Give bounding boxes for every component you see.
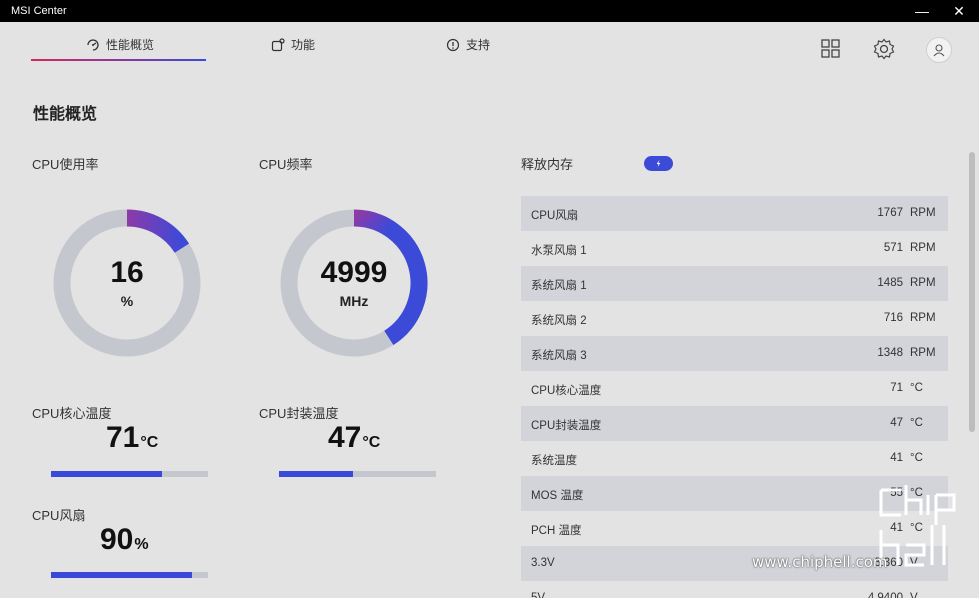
cpu-freq-value: 4999 bbox=[320, 256, 388, 289]
core-temp-bar bbox=[51, 471, 208, 477]
sensor-value: 47 bbox=[890, 417, 903, 429]
gauge-icon bbox=[87, 38, 99, 51]
watermark-url: www.chiphell.com bbox=[752, 553, 888, 571]
cpu-fan-reading: 90% bbox=[100, 523, 149, 557]
sensor-name: MOS 温度 bbox=[531, 490, 584, 502]
sensor-name: 系统风扇 3 bbox=[531, 350, 587, 362]
gear-icon[interactable] bbox=[872, 37, 896, 61]
user-icon bbox=[933, 44, 945, 57]
sensor-unit: °C bbox=[910, 452, 923, 464]
sensor-unit: V bbox=[910, 592, 918, 598]
core-temp-reading: 71°C bbox=[106, 421, 158, 455]
sensor-name: CPU核心温度 bbox=[531, 385, 602, 397]
cpu-fan-value: 90 bbox=[100, 523, 134, 556]
pkg-temp-value: 47 bbox=[328, 421, 362, 454]
core-temp-bar-fill bbox=[51, 471, 163, 477]
scrollbar-thumb[interactable] bbox=[969, 152, 975, 432]
tab-features[interactable]: 功能 bbox=[271, 36, 315, 53]
cpu-usage-unit: % bbox=[120, 293, 134, 309]
pkg-temp-label: CPU封装温度 bbox=[259, 406, 339, 421]
sensor-value: 1767 bbox=[877, 207, 903, 219]
pkg-temp-reading: 47°C bbox=[328, 421, 380, 455]
release-memory-label: 释放内存 bbox=[521, 157, 574, 172]
core-temp-value: 71 bbox=[106, 421, 140, 454]
gauge-arc bbox=[126, 209, 190, 254]
sensor-value: 571 bbox=[883, 242, 903, 254]
info-icon bbox=[446, 38, 460, 51]
core-temp-label: CPU核心温度 bbox=[32, 406, 112, 421]
tab-support[interactable]: 支持 bbox=[446, 36, 490, 53]
tab-performance-label: 性能概览 bbox=[106, 38, 155, 52]
cpu-freq-gauge: 4999 MHz bbox=[279, 208, 429, 358]
tab-features-label: 功能 bbox=[291, 38, 316, 52]
pkg-temp-bar-fill bbox=[279, 471, 353, 477]
sensor-row: 系统风扇 3 1348 RPM bbox=[521, 336, 948, 371]
cpu-usage-value: 16 bbox=[110, 256, 144, 289]
sensor-row: CPU核心温度 71 °C bbox=[521, 371, 948, 406]
pkg-temp-unit: °C bbox=[362, 434, 381, 451]
sensor-value: 41 bbox=[890, 452, 903, 464]
sensor-value: 4.9400 bbox=[867, 592, 903, 598]
sensor-unit: RPM bbox=[910, 207, 936, 219]
avatar[interactable] bbox=[926, 37, 952, 63]
sensor-name: 系统温度 bbox=[531, 455, 577, 467]
sensor-name: CPU风扇 bbox=[531, 210, 579, 222]
sensor-row: 系统温度 41 °C bbox=[521, 441, 948, 476]
chiphell-logo-icon bbox=[879, 485, 956, 567]
sensor-unit: RPM bbox=[910, 347, 936, 359]
sensor-name: 系统风扇 1 bbox=[531, 280, 587, 292]
apps-grid-icon[interactable] bbox=[819, 37, 843, 61]
cpu-usage-gauge: 16 % bbox=[52, 208, 202, 358]
cpu-freq-unit: MHz bbox=[339, 293, 369, 309]
sensor-value: 1485 bbox=[877, 277, 903, 289]
tab-support-label: 支持 bbox=[466, 38, 491, 52]
sensor-value: 1348 bbox=[877, 347, 903, 359]
release-memory-button[interactable] bbox=[644, 156, 673, 171]
cpu-freq-label: CPU频率 bbox=[259, 157, 313, 172]
sensor-row: 水泵风扇 1 571 RPM bbox=[521, 231, 948, 266]
sensor-name: PCH 温度 bbox=[531, 525, 582, 537]
tab-performance[interactable]: 性能概览 bbox=[86, 36, 154, 53]
core-temp-unit: °C bbox=[140, 434, 159, 451]
feature-icon bbox=[271, 37, 285, 51]
sensor-row: CPU风扇 1767 RPM bbox=[521, 196, 948, 231]
sensor-name: 3.3V bbox=[531, 557, 555, 569]
active-tab-indicator bbox=[31, 59, 206, 61]
sensor-row: 系统风扇 2 716 RPM bbox=[521, 301, 948, 336]
sensor-name: 5V bbox=[531, 592, 546, 598]
sensor-unit: °C bbox=[910, 382, 923, 394]
sensor-unit: RPM bbox=[910, 242, 936, 254]
sensor-unit: °C bbox=[910, 417, 923, 429]
sensor-name: 水泵风扇 1 bbox=[531, 245, 587, 257]
cpu-fan-bar bbox=[51, 572, 208, 578]
sensor-name: 系统风扇 2 bbox=[531, 315, 587, 327]
close-button[interactable]: ✕ bbox=[942, 0, 976, 22]
rocket-icon bbox=[656, 159, 661, 168]
sensor-unit: RPM bbox=[910, 277, 936, 289]
cpu-fan-unit: % bbox=[134, 536, 149, 553]
cpu-fan-bar-fill bbox=[51, 572, 193, 578]
sensor-name: CPU封装温度 bbox=[531, 420, 602, 432]
sensor-row: CPU封装温度 47 °C bbox=[521, 406, 948, 441]
minimize-button[interactable]: — bbox=[905, 0, 939, 22]
window-title: MSI Center bbox=[11, 5, 67, 17]
pkg-temp-bar bbox=[279, 471, 436, 477]
title-bar: MSI Center — ✕ bbox=[0, 0, 979, 22]
cpu-usage-label: CPU使用率 bbox=[32, 157, 99, 172]
watermark-logo bbox=[876, 480, 966, 586]
sensor-row: 系统风扇 1 1485 RPM bbox=[521, 266, 948, 301]
page-title: 性能概览 bbox=[33, 106, 98, 123]
sensor-unit: RPM bbox=[910, 312, 936, 324]
sensor-value: 71 bbox=[890, 382, 903, 394]
sensor-value: 716 bbox=[883, 312, 903, 324]
cpu-fan-label: CPU风扇 bbox=[32, 508, 86, 523]
